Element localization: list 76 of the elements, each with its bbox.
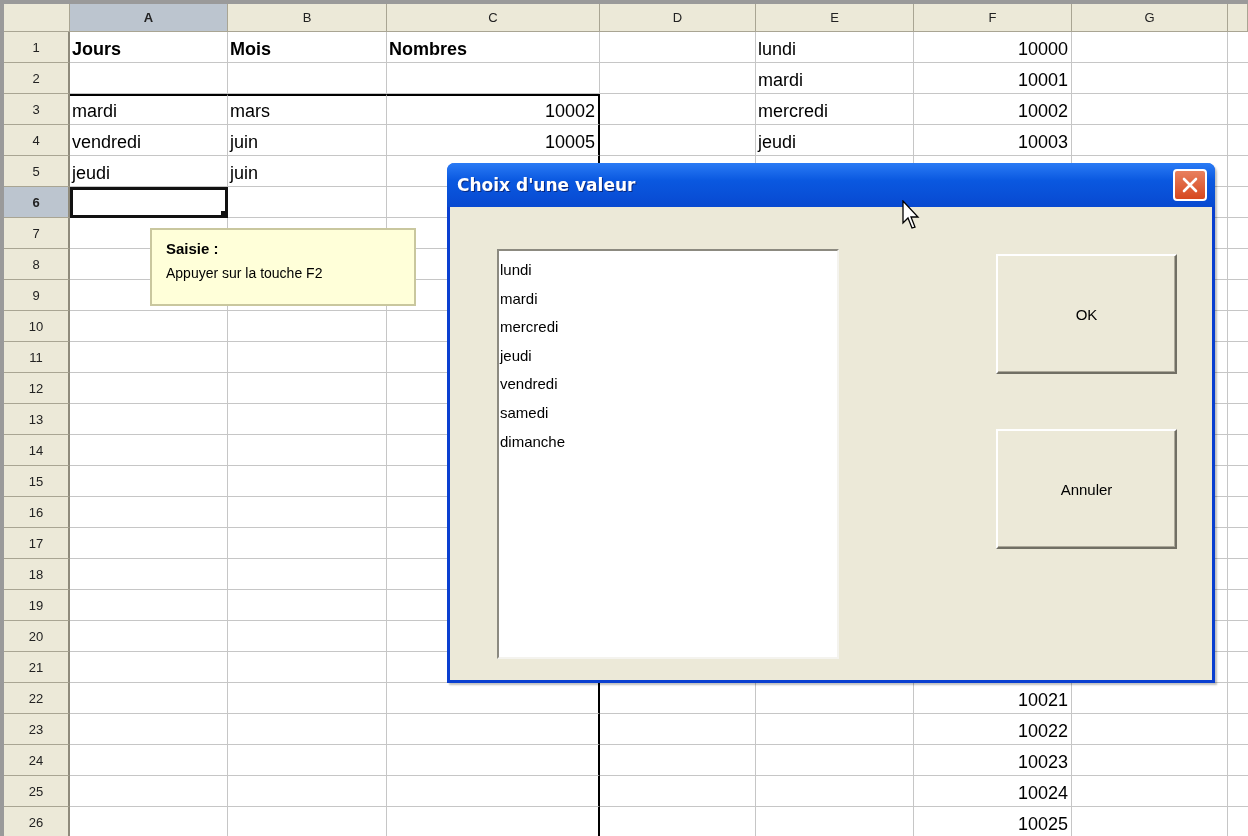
column-header[interactable]: C — [387, 4, 600, 32]
table-cell: 10024 — [914, 776, 1072, 807]
column-header[interactable]: D — [600, 4, 756, 32]
tooltip-text: Appuyer sur la touche F2 — [166, 265, 324, 281]
close-icon — [1181, 176, 1199, 194]
row-header[interactable]: 21 — [4, 652, 70, 683]
row-header[interactable]: 7 — [4, 218, 70, 249]
row-header[interactable]: 20 — [4, 621, 70, 652]
table-cell: vendredi — [70, 125, 228, 156]
list-item[interactable]: mercredi — [499, 313, 837, 342]
mouse-pointer-icon — [902, 200, 922, 230]
row-header[interactable]: 10 — [4, 311, 70, 342]
table-cell: 10002 — [914, 94, 1072, 125]
ok-button[interactable]: OK — [996, 254, 1177, 374]
column-header[interactable]: F — [914, 4, 1072, 32]
row-header[interactable]: 8 — [4, 249, 70, 280]
row-header[interactable]: 18 — [4, 559, 70, 590]
table-cell: jeudi — [756, 125, 914, 156]
active-cell[interactable] — [70, 187, 228, 218]
row-header[interactable]: 24 — [4, 745, 70, 776]
row-header[interactable]: 22 — [4, 683, 70, 714]
table-cell: 10000 — [914, 32, 1072, 63]
row-header[interactable]: 9 — [4, 280, 70, 311]
select-all-corner[interactable] — [4, 4, 70, 32]
table-cell: mardi — [70, 94, 228, 125]
list-item[interactable]: lundi — [499, 256, 837, 285]
table-cell: mars — [228, 94, 387, 125]
table-cell: Nombres — [387, 32, 600, 63]
table-cell: juin — [228, 125, 387, 156]
row-header[interactable]: 19 — [4, 590, 70, 621]
cancel-button[interactable]: Annuler — [996, 429, 1177, 549]
list-item[interactable]: jeudi — [499, 341, 837, 371]
tooltip-title: Saisie : — [166, 240, 220, 257]
row-header[interactable]: 23 — [4, 714, 70, 745]
table-cell: 10001 — [914, 63, 1072, 94]
table-cell: 10023 — [914, 745, 1072, 776]
row-header[interactable]: 17 — [4, 528, 70, 559]
value-list[interactable]: lundi mardi mercredi jeudi vendredi samedi dimanche — [497, 249, 839, 659]
row-header[interactable]: 2 — [4, 63, 70, 94]
row-header[interactable]: 12 — [4, 373, 70, 404]
table-cell: Mois — [228, 32, 387, 63]
row-header[interactable]: 25 — [4, 776, 70, 807]
table-cell: mercredi — [756, 94, 914, 125]
list-item[interactable]: vendredi — [499, 370, 837, 399]
column-header[interactable] — [1228, 4, 1248, 32]
table-cell: 10005 — [387, 125, 600, 156]
table-cell: juin — [228, 156, 387, 187]
table-cell: 10025 — [914, 807, 1072, 836]
table-cell: 10022 — [914, 714, 1072, 745]
table-cell: Jours — [70, 32, 228, 63]
row-header[interactable]: 26 — [4, 807, 70, 836]
row-header[interactable]: 5 — [4, 156, 70, 187]
column-header[interactable]: B — [228, 4, 387, 32]
table-cell: mardi — [756, 63, 914, 94]
column-header[interactable]: E — [756, 4, 914, 32]
table-cell: 10003 — [914, 125, 1072, 156]
row-header[interactable]: 13 — [4, 404, 70, 435]
row-header[interactable]: 15 — [4, 466, 70, 497]
row-header[interactable]: 4 — [4, 125, 70, 156]
column-header[interactable]: A — [70, 4, 228, 32]
list-item[interactable]: dimanche — [499, 427, 837, 457]
list-item[interactable]: mardi — [499, 284, 837, 314]
column-header[interactable]: G — [1072, 4, 1228, 32]
list-item[interactable]: samedi — [499, 398, 837, 428]
table-cell: lundi — [756, 32, 914, 63]
fill-handle[interactable] — [221, 211, 227, 217]
row-header[interactable]: 14 — [4, 435, 70, 466]
row-header[interactable]: 16 — [4, 497, 70, 528]
table-cell: jeudi — [70, 156, 228, 187]
window-title: Choix d'une valeur — [457, 175, 636, 195]
row-header[interactable]: 11 — [4, 342, 70, 373]
row-header[interactable]: 3 — [4, 94, 70, 125]
close-button[interactable] — [1173, 169, 1207, 201]
row-header[interactable]: 6 — [4, 187, 70, 218]
row-header[interactable]: 1 — [4, 32, 70, 63]
table-cell: 10002 — [387, 94, 600, 125]
